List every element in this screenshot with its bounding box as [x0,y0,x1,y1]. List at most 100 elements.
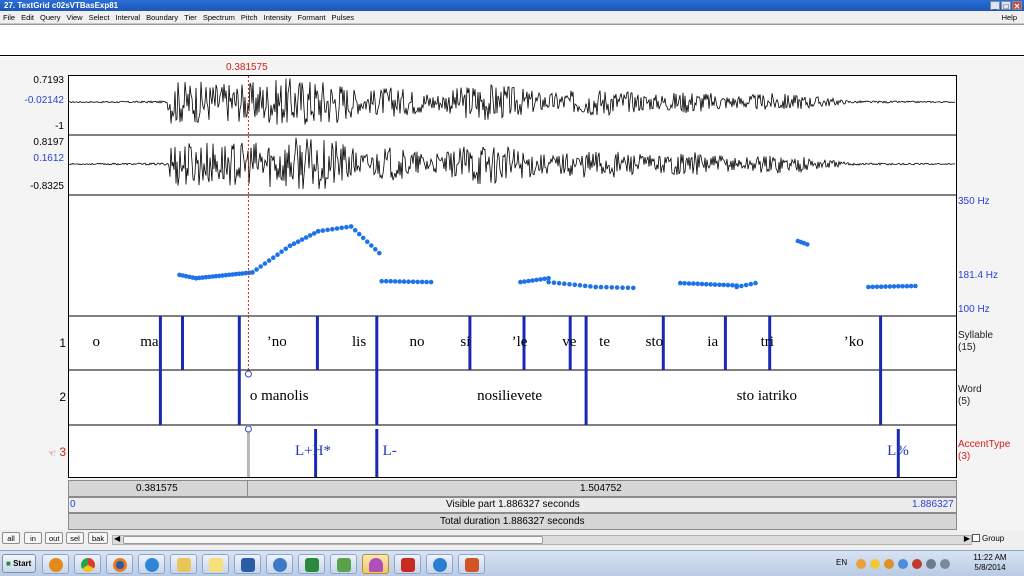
word-icon [241,558,255,572]
scroll-right-icon[interactable]: ▶ [964,534,970,543]
selection-left-time: 0.381575 [136,483,178,494]
syllable-label[interactable]: ’le [512,334,528,351]
accent-label[interactable]: L% [887,443,909,460]
waveform-channel-2 [68,137,956,190]
word-label[interactable]: sto iatriko [737,388,797,405]
windows-taskbar: ■ Start EN 11:22 AM 5/8/2014 [0,550,1024,576]
taskbar-acrobat[interactable] [394,554,421,574]
taskbar-notes[interactable] [202,554,229,574]
pitch-point [708,282,713,287]
scroll-left-icon[interactable]: ◀ [114,534,120,543]
clock[interactable]: 11:22 AM 5/8/2014 [968,553,1012,573]
start-button[interactable]: ■ Start [2,554,36,573]
menu-formant[interactable]: Formant [295,11,329,24]
pitch-point [379,278,385,284]
zoom-out-button[interactable]: out [45,532,64,544]
interval-text-field[interactable] [0,24,1024,56]
menu-pitch[interactable]: Pitch [238,11,261,24]
maximize-button[interactable]: □ [1001,1,1011,11]
tray-app-icon[interactable] [856,559,866,569]
tier-2-name: Word [958,384,982,395]
syllable-label[interactable]: ia [707,334,718,351]
syllable-label[interactable]: o [93,334,101,351]
syllable-label[interactable]: lis [352,334,366,351]
minimize-button[interactable]: _ [990,1,1000,11]
syllable-label[interactable]: ’no [267,334,287,351]
taskbar-praat[interactable] [362,554,389,574]
taskbar-ie[interactable] [138,554,165,574]
menu-edit[interactable]: Edit [18,11,37,24]
taskbar-excel[interactable] [298,554,325,574]
pitch-point [311,231,317,236]
syllable-label[interactable]: sto [646,334,664,351]
pitch-point [900,284,905,289]
menu-file[interactable]: File [0,11,18,24]
pitch-point [699,281,705,287]
taskbar-firefox[interactable] [106,554,133,574]
tray-app-icon[interactable] [898,559,908,569]
syllable-label[interactable]: tri [761,334,774,351]
taskbar-chrome[interactable] [74,554,101,574]
syllable-label[interactable]: no [410,334,425,351]
volume-icon[interactable] [940,559,950,569]
menu-tier[interactable]: Tier [181,11,200,24]
menu-query[interactable]: Query [37,11,63,24]
pitch-point [303,235,309,240]
pitch-point [604,284,609,290]
horizontal-scrollbar[interactable]: ◀ ▶ [112,534,972,545]
syllable-label[interactable]: ma [140,334,158,351]
taskbar-powerpoint[interactable] [458,554,485,574]
pitch-point [356,231,362,237]
menu-select[interactable]: Select [86,11,113,24]
pitch-point [254,267,259,272]
menu-view[interactable]: View [63,11,85,24]
pitch-point [538,277,543,282]
accent-label[interactable]: L- [383,443,397,460]
word-label[interactable]: nosilievete [477,388,542,405]
pitch-point [614,285,620,290]
chrome-icon [81,558,95,572]
pitch-point [753,280,758,286]
network-icon[interactable] [926,559,936,569]
close-button[interactable]: ✕ [1012,1,1022,11]
menu-boundary[interactable]: Boundary [143,11,181,24]
pitch-point [250,270,255,275]
syllable-label[interactable]: ’ko [844,334,864,351]
zoom-back-button[interactable]: bak [88,532,109,544]
pitch-point [534,277,539,283]
word-label[interactable]: o manolis [250,388,309,405]
pitch-point [556,280,562,286]
menu-intensity[interactable]: Intensity [261,11,295,24]
tray-app-icon[interactable] [912,559,922,569]
tray-app-icon[interactable] [870,559,880,569]
menu-help[interactable]: Help [999,11,1020,24]
taskbar-sync[interactable] [426,554,453,574]
group-checkbox[interactable]: Group [972,534,1004,543]
pitch-point [577,283,583,288]
language-indicator[interactable]: EN [836,558,847,567]
clock-date: 5/8/2014 [974,563,1006,572]
menu-spectrum[interactable]: Spectrum [200,11,238,24]
zoom-all-button[interactable]: all [2,532,20,544]
pitch-point [874,284,880,290]
menu-pulses[interactable]: Pulses [328,11,357,24]
pitch-point [283,246,289,252]
pitch-point [609,285,615,290]
pitch-point [266,258,272,263]
tray-app-icon[interactable] [884,559,894,569]
syllable-label[interactable]: te [599,334,610,351]
zoom-in-button[interactable]: in [24,532,42,544]
accent-label[interactable]: L+H* [295,443,331,460]
pitch-point [625,285,631,291]
menu-interval[interactable]: Interval [112,11,143,24]
taskbar-word[interactable] [234,554,261,574]
taskbar-calc[interactable] [266,554,293,574]
taskbar-explorer[interactable] [170,554,197,574]
scroll-thumb[interactable] [123,536,543,544]
taskbar-media-player[interactable] [42,554,69,574]
signal-panel[interactable] [68,75,957,478]
syllable-label[interactable]: ve [562,334,576,351]
zoom-sel-button[interactable]: sel [66,532,84,544]
taskbar-chart[interactable] [330,554,357,574]
syllable-label[interactable]: si [460,334,470,351]
